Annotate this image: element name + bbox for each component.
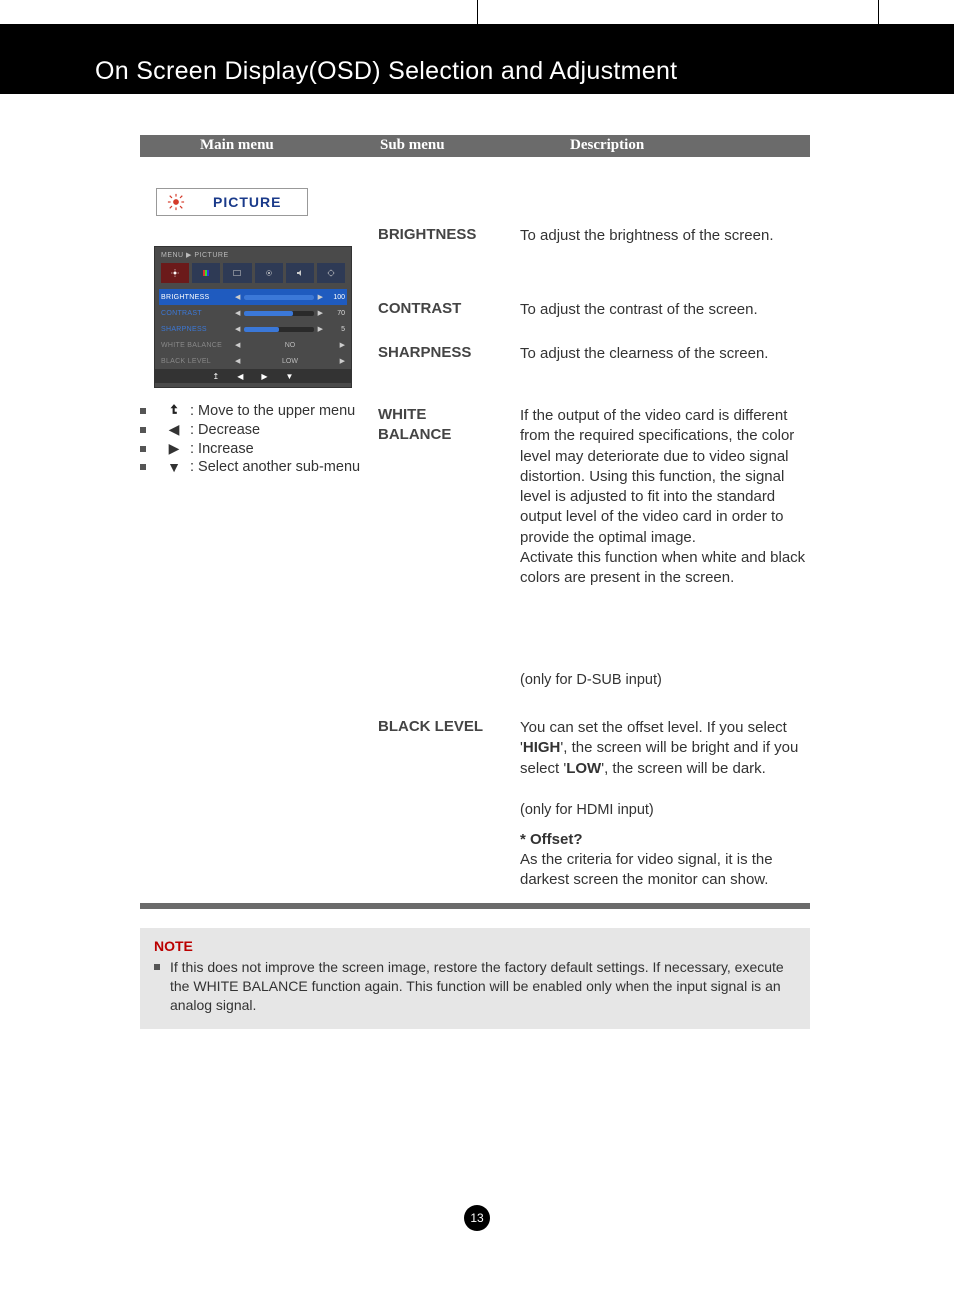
legend-row-right: ▶ : Increase [140, 440, 370, 457]
osd-row-sharpness: SHARPNESS ◀ ▶ 5 [161, 321, 345, 337]
osd-tabs [161, 263, 345, 283]
column-header-bar: Main menu Sub menu Description [140, 135, 810, 157]
note-box: NOTE If this does not improve the screen… [140, 928, 810, 1029]
osd-nav-down-icon: ▼ [286, 372, 294, 381]
desc-contrast: To adjust the contrast of the screen. [520, 300, 814, 320]
desc-white-balance-note: (only for D-SUB input) [520, 671, 814, 691]
submenu-contrast: CONTRAST [378, 300, 461, 317]
osd-nav-left-icon: ◀ [237, 372, 243, 381]
desc-offset-title: * Offset? [520, 830, 814, 850]
desc-sharpness: To adjust the clearness of the screen. [520, 344, 814, 364]
submenu-white-balance-1: WHITE [378, 406, 426, 423]
osd-nav-right-icon: ▶ [261, 372, 267, 381]
submenu-white-balance-2: BALANCE [378, 426, 451, 443]
section-divider [140, 903, 810, 909]
osd-rows: BRIGHTNESS ◀ ▶ 100 CONTRAST ◀ ▶ 70 SHARP… [161, 289, 345, 369]
desc-black-level: You can set the offset level. If you sel… [520, 718, 814, 779]
picture-label-text: PICTURE [213, 194, 281, 210]
arrow-down-icon: ▼ [164, 459, 184, 475]
crop-marks [0, 0, 954, 24]
osd-tab-color [192, 263, 220, 283]
osd-footer-nav: ↥ ◀ ▶ ▼ [155, 369, 351, 383]
sun-icon [167, 193, 185, 211]
page-title: On Screen Display(OSD) Selection and Adj… [95, 57, 677, 86]
osd-row-contrast: CONTRAST ◀ ▶ 70 [161, 305, 345, 321]
nav-legend: : Move to the upper menu ◀ : Decrease ▶ … [140, 402, 370, 477]
bullet-icon [140, 446, 146, 452]
arrow-right-icon: ▶ [164, 440, 184, 457]
desc-brightness: To adjust the brightness of the screen. [520, 226, 814, 246]
legend-row-up: : Move to the upper menu [140, 402, 370, 419]
desc-offset-body: As the criteria for video signal, it is … [520, 850, 814, 891]
note-body: If this does not improve the screen imag… [170, 958, 796, 1015]
page-number: 13 [470, 1211, 483, 1225]
header-main-menu: Main menu [200, 137, 274, 154]
osd-nav-up-icon: ↥ [213, 372, 220, 381]
osd-screenshot: MENU ▶ PICTURE BRIGHTNESS ◀ ▶ 100 CONTRA… [154, 246, 352, 388]
osd-tab-picture [161, 263, 189, 283]
submenu-black-level: BLACK LEVEL [378, 718, 483, 735]
osd-tab-display [223, 263, 251, 283]
title-band: On Screen Display(OSD) Selection and Adj… [0, 24, 954, 94]
note-line: If this does not improve the screen imag… [154, 958, 796, 1015]
bullet-icon [140, 408, 146, 414]
osd-row-black-level: BLACK LEVEL ◀ LOW ▶ [161, 353, 345, 369]
osd-tab-func [255, 263, 283, 283]
osd-row-white-balance: WHITE BALANCE ◀ NO ▶ [161, 337, 345, 353]
up-return-icon [164, 402, 184, 419]
picture-category-box: PICTURE [156, 188, 308, 216]
submenu-sharpness: SHARPNESS [378, 344, 471, 361]
note-title: NOTE [154, 938, 796, 954]
osd-tab-setup [317, 263, 345, 283]
page-number-badge: 13 [464, 1205, 490, 1231]
bullet-icon [154, 964, 160, 970]
legend-row-down: ▼ : Select another sub-menu [140, 459, 370, 475]
osd-tab-audio [286, 263, 314, 283]
legend-row-left: ◀ : Decrease [140, 421, 370, 438]
submenu-brightness: BRIGHTNESS [378, 226, 476, 243]
header-description: Description [570, 137, 644, 154]
desc-black-level-note: (only for HDMI input) [520, 801, 814, 821]
bullet-icon [140, 427, 146, 433]
bullet-icon [140, 464, 146, 470]
header-sub-menu: Sub menu [380, 137, 445, 154]
osd-row-brightness: BRIGHTNESS ◀ ▶ 100 [159, 289, 347, 305]
arrow-left-icon: ◀ [164, 421, 184, 438]
desc-white-balance: If the output of the video card is diffe… [520, 406, 814, 588]
osd-breadcrumb: MENU ▶ PICTURE [161, 251, 229, 259]
